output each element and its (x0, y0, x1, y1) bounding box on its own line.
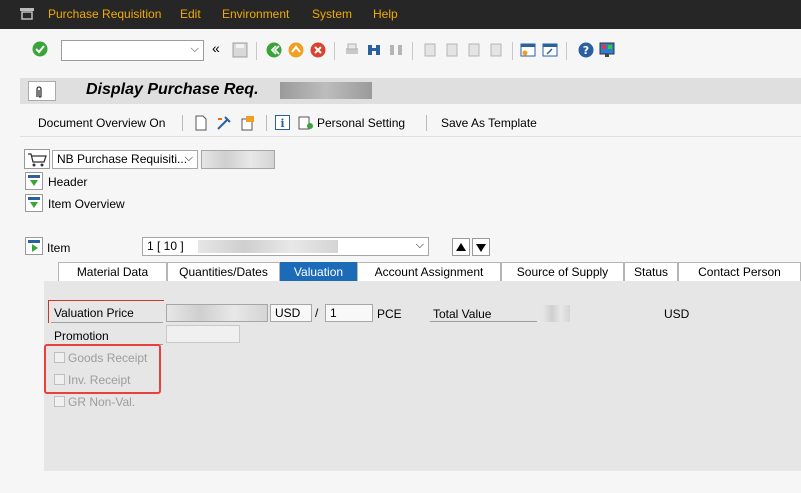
document-type-select[interactable]: NB Purchase Requisiti... ⌵ (52, 150, 198, 169)
svg-text:?: ? (583, 44, 589, 57)
previous-item-button[interactable] (452, 238, 470, 256)
tab-account-assignment[interactable]: Account Assignment (357, 262, 501, 281)
item-select-value: 1 [ 10 ] (147, 239, 184, 253)
item-select[interactable]: 1 [ 10 ] ⌵ (142, 237, 429, 256)
gr-non-val-checkbox (54, 396, 65, 407)
tab-valuation[interactable]: Valuation (280, 262, 357, 281)
highlight-box (44, 344, 161, 394)
first-page-icon (424, 43, 436, 57)
paperclip-icon (36, 86, 42, 98)
services-for-object-button[interactable] (28, 81, 56, 101)
menu-purchase-requisition[interactable]: Purchase Requisition (48, 7, 161, 21)
menu-bar: Purchase Requisition Edit Environment Sy… (0, 0, 801, 29)
application-toolbar: Document Overview On i Personal Setting … (20, 108, 801, 137)
enter-check-icon[interactable] (32, 41, 48, 57)
shortcut-icon[interactable] (542, 42, 558, 58)
document-number-masked (280, 82, 372, 99)
page-title: Display Purchase Req. (86, 81, 259, 98)
item-overview-label: Item Overview (48, 197, 125, 211)
triangle-up-icon (456, 243, 466, 251)
chevron-down-icon[interactable]: ⌵ (416, 239, 424, 252)
previous-page-icon (446, 43, 458, 57)
item-detail-collapse-button[interactable] (25, 237, 43, 255)
price-unit-field: 1 (325, 304, 373, 322)
valuation-price-label-box: Valuation Price (51, 303, 163, 323)
save-icon (232, 42, 248, 58)
valuation-price-label: Valuation Price (54, 306, 134, 320)
find-icon[interactable] (366, 42, 382, 58)
tab-material-data[interactable]: Material Data (58, 262, 167, 281)
price-unit-slash: / (315, 306, 319, 320)
menu-environment[interactable]: Environment (222, 7, 289, 21)
help-icon[interactable]: ? (578, 42, 594, 58)
personal-setting-button[interactable]: Personal Setting (317, 116, 405, 130)
history-back-icon[interactable]: « (212, 40, 220, 56)
standard-toolbar: ⌵ « ? (0, 29, 801, 73)
collapse-item-icon (28, 240, 40, 252)
expand-header-icon (28, 175, 40, 186)
print-icon (346, 43, 358, 54)
document-type-value: NB Purchase Requisiti... (57, 152, 188, 166)
tab-status[interactable]: Status (624, 262, 678, 281)
command-field[interactable]: ⌵ (61, 40, 204, 61)
next-page-icon (468, 43, 480, 57)
document-overview-button[interactable]: Document Overview On (38, 116, 165, 130)
find-next-icon (390, 45, 402, 55)
header-label: Header (48, 175, 88, 189)
svg-text:i: i (280, 117, 284, 130)
valuation-price-field-masked (166, 304, 268, 322)
save-as-template-button[interactable]: Save As Template (441, 116, 537, 130)
info-icon[interactable]: i (275, 115, 290, 130)
back-icon[interactable] (266, 42, 282, 58)
chevron-down-icon[interactable]: ⌵ (185, 152, 193, 165)
promotion-field (166, 325, 240, 343)
cancel-icon[interactable] (310, 42, 326, 58)
promotion-label-box: Promotion (51, 326, 163, 345)
order-unit-label: PCE (377, 307, 402, 321)
new-document-icon[interactable] (194, 115, 208, 131)
gr-non-val-label: GR Non-Val. (68, 395, 136, 409)
promotion-label: Promotion (54, 329, 109, 343)
customize-layout-icon[interactable] (599, 42, 615, 58)
currency-value: USD (275, 306, 301, 320)
title-bar: Display Purchase Req. (20, 78, 801, 104)
currency-field: USD (270, 304, 312, 322)
total-value-label: Total Value (433, 307, 492, 321)
last-page-icon (490, 43, 502, 57)
menu-system[interactable]: System (312, 7, 352, 21)
tab-source-of-supply[interactable]: Source of Supply (501, 262, 624, 281)
menu-edit[interactable]: Edit (180, 7, 201, 21)
header-expand-button[interactable] (25, 172, 43, 190)
expand-item-overview-icon (28, 197, 40, 208)
item-description-masked (198, 240, 338, 253)
display-change-icon[interactable] (216, 115, 232, 131)
shopping-cart-button[interactable] (24, 149, 50, 169)
shopping-cart-icon (28, 153, 47, 167)
tab-contact-person[interactable]: Contact Person (678, 262, 801, 281)
exit-icon[interactable] (288, 42, 304, 58)
price-unit-value: 1 (330, 306, 337, 320)
item-overview-expand-button[interactable] (25, 194, 43, 212)
triangle-down-icon (476, 244, 486, 252)
item-label: Item (47, 241, 71, 255)
total-value-currency: USD (664, 307, 690, 321)
total-value-masked (543, 305, 570, 322)
tab-quantities-dates[interactable]: Quantities/Dates (167, 262, 280, 281)
personal-setting-icon[interactable] (298, 115, 314, 131)
other-document-icon[interactable] (240, 115, 256, 131)
pr-number-field-masked (201, 150, 275, 169)
item-detail-tabstrip: Material Data Quantities/Dates Valuation… (44, 262, 801, 281)
create-session-icon[interactable] (520, 42, 536, 58)
chevron-down-icon[interactable]: ⌵ (191, 43, 199, 56)
menu-help[interactable]: Help (373, 7, 398, 21)
total-value-label-box: Total Value (430, 304, 537, 322)
sap-menu-icon[interactable] (20, 8, 34, 20)
next-item-button[interactable] (472, 238, 490, 256)
